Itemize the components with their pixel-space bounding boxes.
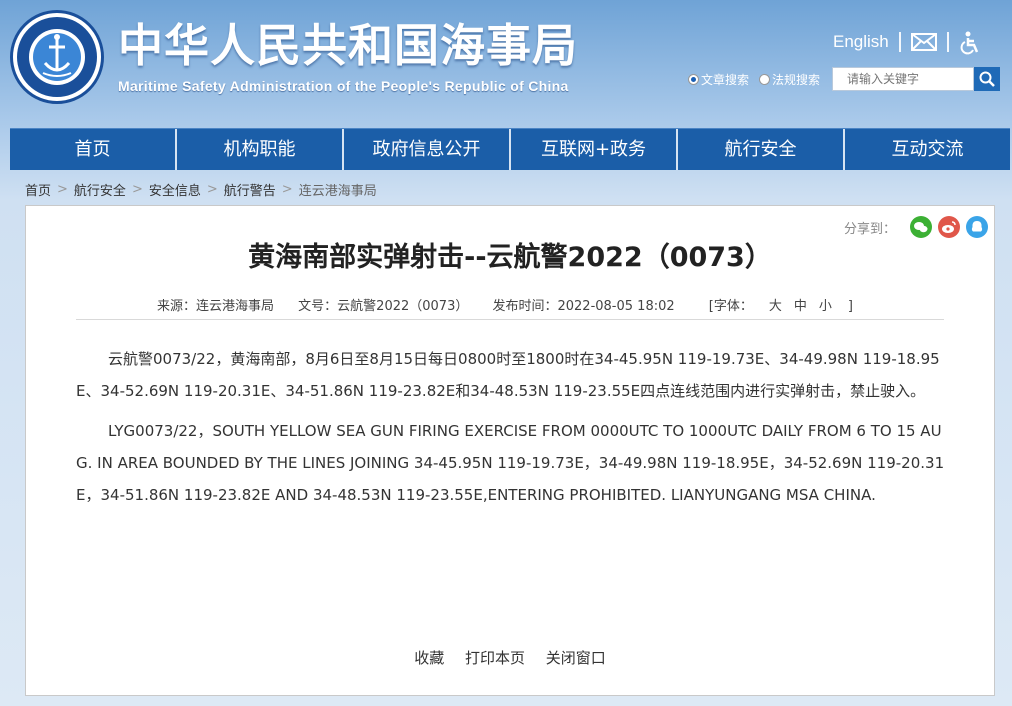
nav-interaction[interactable]: 互动交流 <box>845 129 1010 170</box>
font-size-medium-button[interactable]: 中 <box>794 299 807 314</box>
article-source: 来源：连云港海事局 <box>157 299 275 314</box>
main-nav: 首页 机构职能 政府信息公开 互联网+政务 航行安全 互动交流 <box>10 128 1010 170</box>
nav-internet-gov[interactable]: 互联网+政务 <box>511 129 678 170</box>
close-window-button[interactable]: 关闭窗口 <box>546 649 606 667</box>
nav-navigation-safety[interactable]: 航行安全 <box>678 129 845 170</box>
top-links: English <box>833 30 985 55</box>
breadcrumb-home[interactable]: 首页 <box>25 180 51 199</box>
msa-emblem-logo[interactable] <box>10 10 104 104</box>
article-actions: 收藏 打印本页 关闭窗口 <box>26 647 994 668</box>
radio-regulation-label: 法规搜索 <box>772 72 821 87</box>
breadcrumb-arrow: > <box>131 182 143 197</box>
breadcrumb-arrow: > <box>281 182 293 197</box>
article-body: 云航警0073/22，黄海南部，8月6日至8月15日每日0800时至1800时在… <box>76 343 946 519</box>
radio-article-label: 文章搜索 <box>701 72 750 87</box>
share-label: 分享到： <box>843 221 896 237</box>
breadcrumb-arrow: > <box>206 182 218 197</box>
breadcrumb-arrow: > <box>57 182 68 197</box>
breadcrumb-safety-info[interactable]: 安全信息 <box>149 180 201 199</box>
breadcrumb: 首页 > 航行安全 > 安全信息 > 航行警告 > 连云港海事局 <box>25 180 377 199</box>
site-subtitle: Maritime Safety Administration of the Pe… <box>118 78 569 94</box>
article-paragraph-english: LYG0073/22，SOUTH YELLOW SEA GUN FIRING E… <box>76 422 945 504</box>
mail-icon[interactable] <box>910 31 937 53</box>
article-publish-time: 发布时间：2022-08-05 18:02 <box>492 299 675 314</box>
article-title: 黄海南部实弹射击--云航警2022（0073） <box>248 242 772 273</box>
radio-dot <box>759 73 771 85</box>
font-size-large-button[interactable]: 大 <box>769 299 782 314</box>
breadcrumb-nav-warning[interactable]: 航行警告 <box>224 180 276 199</box>
breadcrumb-current[interactable]: 连云港海事局 <box>299 180 377 199</box>
article-paragraph-chinese: 云航警0073/22，黄海南部，8月6日至8月15日每日0800时至1800时在… <box>76 350 940 400</box>
article-card: 分享到： 黄海南部实弹射击--云航警2022（0073） 来源：连云港海事局 文… <box>25 205 995 696</box>
font-size-small-button[interactable]: 小 <box>819 299 832 314</box>
english-link[interactable]: English <box>833 32 889 52</box>
site-title: 中华人民共和国海事局 <box>118 19 579 72</box>
article-doc-number: 文号：云航警2022（0073） <box>298 299 469 314</box>
radio-dot-selected <box>688 73 699 85</box>
search-button[interactable] <box>974 67 1001 91</box>
font-size-label: [字体： <box>708 299 753 314</box>
nav-home[interactable]: 首页 <box>10 129 177 170</box>
favorite-button[interactable]: 收藏 <box>414 649 444 667</box>
breadcrumb-nav-safety[interactable]: 航行安全 <box>74 180 126 199</box>
font-size-bracket: ] <box>847 299 853 314</box>
search-icon <box>979 71 995 87</box>
print-button[interactable]: 打印本页 <box>465 649 525 667</box>
radio-article-search[interactable]: 文章搜索 <box>688 71 749 88</box>
separator <box>898 32 901 52</box>
article-meta: 来源：连云港海事局 文号：云航警2022（0073） 发布时间：2022-08-… <box>26 295 994 314</box>
title-divider <box>76 319 944 320</box>
search-input[interactable] <box>832 67 975 91</box>
nav-functions[interactable]: 机构职能 <box>177 129 344 170</box>
search-bar: 文章搜索 法规搜索 <box>688 67 1001 91</box>
separator <box>946 32 949 52</box>
nav-gov-info[interactable]: 政府信息公开 <box>344 129 511 170</box>
font-size-control: [字体： 大中小] <box>699 299 863 314</box>
accessibility-icon[interactable] <box>959 31 985 55</box>
radio-regulation-search[interactable]: 法规搜索 <box>759 71 820 88</box>
site-header: 中华人民共和国海事局 Maritime Safety Administratio… <box>0 0 1012 128</box>
